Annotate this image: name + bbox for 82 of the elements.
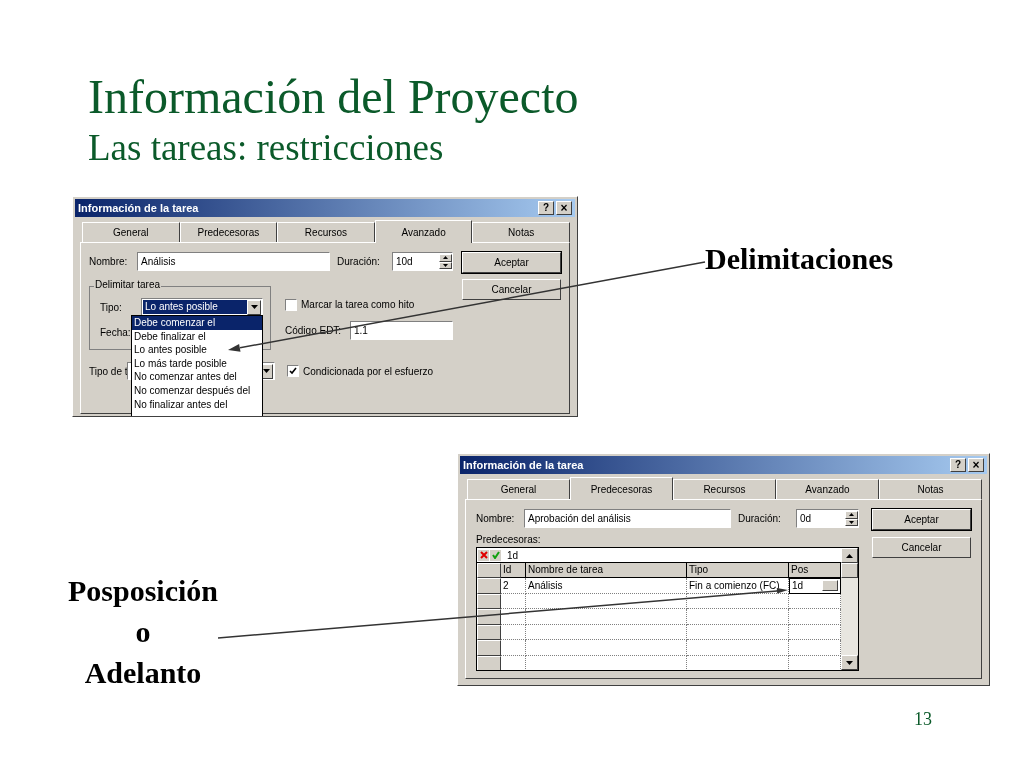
scroll-thumb[interactable] bbox=[841, 563, 858, 578]
wbs-field[interactable]: 1.1 bbox=[350, 321, 453, 340]
checkbox[interactable] bbox=[287, 365, 299, 377]
tab[interactable]: Predecesoras bbox=[570, 477, 673, 500]
empty-cell[interactable] bbox=[687, 624, 789, 640]
tab[interactable]: Notas bbox=[472, 222, 570, 242]
field-label: Fecha: bbox=[100, 326, 131, 340]
lag-value: 1d bbox=[792, 579, 804, 593]
row-header[interactable] bbox=[477, 640, 501, 656]
column-header[interactable]: Tipo bbox=[687, 563, 789, 578]
empty-cell[interactable] bbox=[687, 609, 789, 625]
combo-value: Lo antes posible bbox=[143, 300, 247, 314]
cancel-icon[interactable] bbox=[478, 549, 489, 561]
column-header[interactable]: Nombre de tarea bbox=[526, 563, 687, 578]
dropdown-option[interactable]: Lo antes posible bbox=[132, 343, 262, 357]
window-title: Información de la tarea bbox=[463, 459, 584, 471]
field-label: Tipo: bbox=[100, 300, 123, 315]
confirm-icon[interactable] bbox=[490, 549, 501, 561]
empty-cell[interactable] bbox=[526, 640, 687, 656]
field-label: Predecesoras: bbox=[476, 533, 542, 547]
spinner-icon[interactable] bbox=[822, 580, 838, 592]
callout-text: Delimitaciones bbox=[705, 241, 894, 277]
callout-text: Adelanto bbox=[84, 655, 202, 691]
checkbox-label: Condicionada por el esfuerzo bbox=[303, 364, 434, 379]
group-title: Delimitar tarea bbox=[94, 280, 162, 290]
checkbox[interactable] bbox=[285, 298, 297, 311]
empty-cell[interactable] bbox=[526, 609, 687, 625]
tab[interactable]: Avanzado bbox=[374, 220, 473, 243]
page-number: 13 bbox=[914, 708, 932, 731]
dropdown-option[interactable]: No finalizar antes del bbox=[132, 397, 262, 412]
scroll-up-icon[interactable] bbox=[841, 548, 858, 563]
close-button[interactable]: × bbox=[968, 458, 984, 472]
column-header[interactable]: Id bbox=[501, 563, 526, 578]
tab[interactable]: General bbox=[82, 222, 180, 242]
dropdown-option[interactable]: No comenzar antes del bbox=[132, 370, 262, 384]
duration-field[interactable]: 0d bbox=[796, 509, 859, 528]
callout-text: o bbox=[135, 614, 151, 650]
empty-cell[interactable] bbox=[687, 640, 789, 656]
field-label: Nombre: bbox=[476, 512, 516, 526]
tab[interactable]: Recursos bbox=[673, 479, 776, 499]
tab[interactable]: Recursos bbox=[277, 222, 375, 242]
table-cell: 2 bbox=[501, 578, 526, 594]
callout-text: Posposición bbox=[68, 573, 218, 609]
field-label: Nombre: bbox=[89, 255, 129, 269]
duration-field[interactable]: 10d bbox=[392, 252, 453, 271]
slide-title: Información del Proyecto bbox=[88, 69, 579, 125]
tab[interactable]: Avanzado bbox=[776, 479, 879, 499]
dialog-button[interactable]: Cancelar bbox=[872, 537, 971, 558]
dialog-button[interactable]: Cancelar bbox=[462, 279, 561, 300]
spinner-icon[interactable] bbox=[439, 254, 452, 269]
empty-cell[interactable] bbox=[687, 593, 789, 609]
scrollbar[interactable] bbox=[841, 548, 858, 670]
close-button[interactable]: × bbox=[556, 201, 572, 215]
type-combo[interactable]: Lo antes posible bbox=[141, 298, 263, 316]
tab[interactable]: General bbox=[467, 479, 570, 499]
field-label: Duración: bbox=[738, 512, 782, 526]
tab[interactable]: Notas bbox=[879, 479, 982, 499]
entry-field[interactable]: 1d bbox=[507, 548, 519, 563]
dropdown-option[interactable]: Lo más tarde posible bbox=[132, 356, 262, 371]
name-field[interactable]: Análisis bbox=[137, 252, 330, 271]
dropdown-option[interactable]: Debe comenzar el bbox=[132, 316, 262, 330]
field-label: Duración: bbox=[337, 255, 381, 269]
spinner-icon[interactable] bbox=[845, 511, 858, 526]
checkbox-label: Marcar la tarea como hito bbox=[301, 298, 415, 312]
help-button[interactable]: ? bbox=[950, 458, 966, 472]
help-button[interactable]: ? bbox=[538, 201, 554, 215]
dialog-button[interactable]: Aceptar bbox=[462, 252, 561, 273]
slide-subtitle: Las tareas: restricciones bbox=[88, 126, 445, 170]
dropdown-option[interactable]: No comenzar después del bbox=[132, 383, 262, 398]
name-field[interactable]: Aprobación del análisis bbox=[524, 509, 731, 528]
row-header[interactable] bbox=[477, 609, 501, 625]
empty-cell[interactable] bbox=[526, 624, 687, 640]
field-label: Tipo de t bbox=[89, 364, 127, 379]
table-cell: Análisis bbox=[526, 578, 687, 594]
scroll-down-icon[interactable] bbox=[841, 655, 858, 670]
dropdown-option[interactable]: Debe finalizar el bbox=[132, 329, 262, 344]
tab[interactable]: Predecesoras bbox=[179, 222, 278, 242]
column-header[interactable]: Pos bbox=[789, 563, 841, 578]
row-header[interactable] bbox=[477, 578, 501, 594]
dialog-button[interactable]: Aceptar bbox=[872, 509, 971, 530]
window-title: Información de la tarea bbox=[78, 202, 199, 214]
empty-cell[interactable] bbox=[526, 593, 687, 609]
